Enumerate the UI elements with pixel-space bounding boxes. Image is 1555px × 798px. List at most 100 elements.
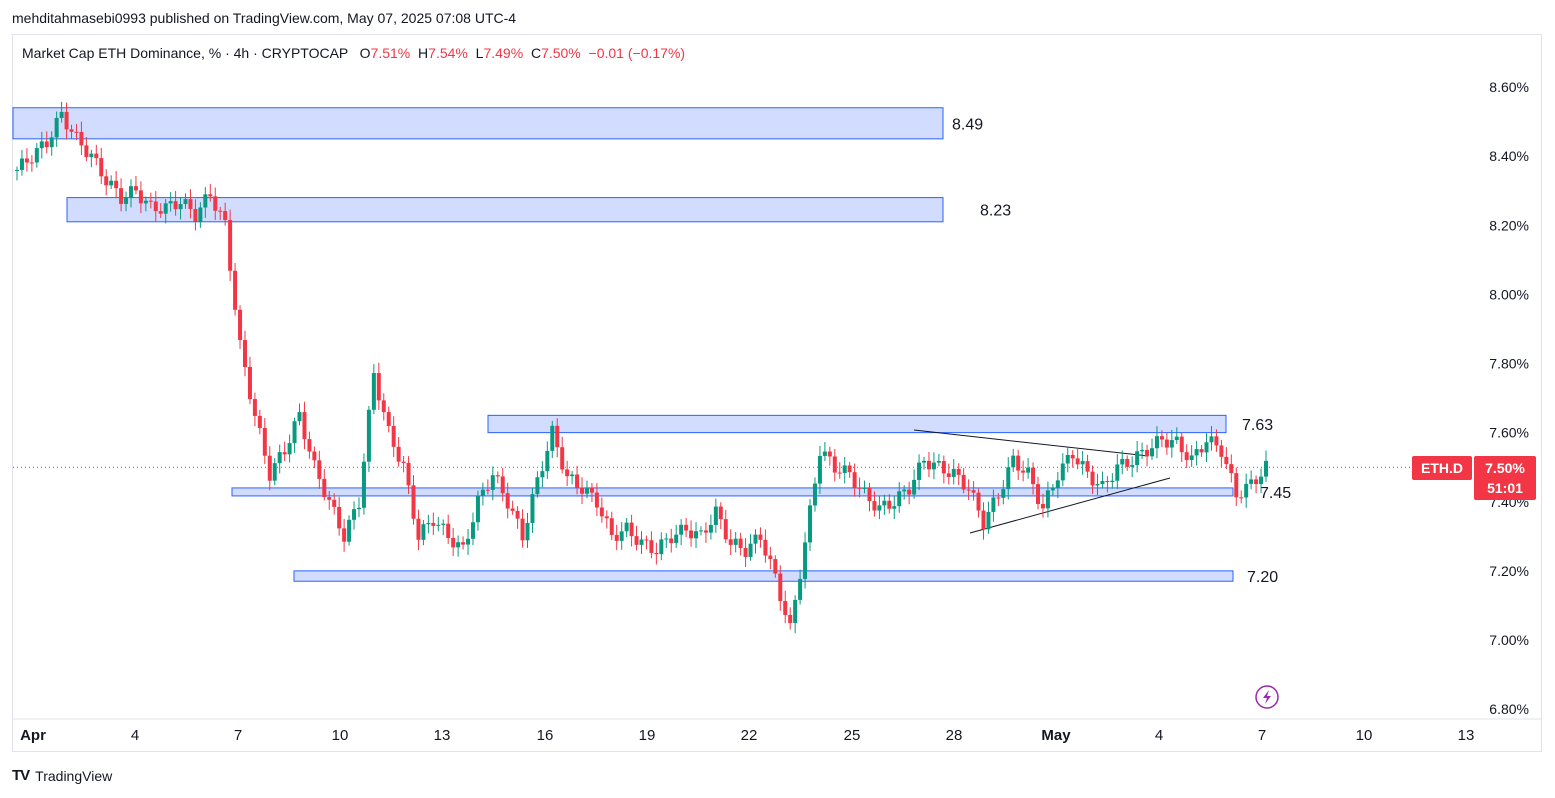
candle-body [545, 450, 550, 472]
candle-body [862, 487, 867, 489]
candle-body [768, 555, 773, 560]
x-tick-label: 4 [131, 727, 139, 744]
candle-body [376, 373, 381, 401]
y-tick-label: 7.60% [1489, 425, 1529, 441]
footer-brand-text: TradingView [35, 767, 113, 784]
candle-body [1095, 484, 1100, 486]
candle-body [877, 505, 882, 511]
candle-body [892, 506, 897, 509]
candle-body [961, 474, 966, 490]
candle-body [1036, 484, 1041, 505]
zone-label: 7.45 [1260, 485, 1291, 502]
candle-body [1115, 464, 1120, 481]
candle-body [733, 538, 738, 545]
price-chart[interactable]: 8.49 8.23 7.63 7.45 7.20 8.60% 8.40% 8.20% 8.00… [0, 0, 1555, 798]
candle-body [570, 474, 575, 477]
candle-body [257, 415, 262, 429]
candle-body [356, 507, 361, 510]
candle-body [902, 489, 907, 492]
candle-body [679, 524, 684, 535]
price-tag-symbol: ETH.D [1421, 460, 1463, 476]
candle-body [922, 460, 927, 463]
x-tick-label: 7 [1258, 727, 1266, 744]
candle-body [371, 373, 376, 410]
y-tick-label: 8.20% [1489, 217, 1529, 233]
candle-body [297, 412, 302, 422]
x-tick-label: 16 [537, 727, 554, 744]
candle-body [79, 131, 84, 146]
zone-box [231, 487, 1234, 497]
y-tick-label: 8.00% [1489, 286, 1529, 302]
zone-label: 7.63 [1242, 417, 1273, 434]
candle-body [322, 478, 327, 498]
candle-body [654, 552, 659, 555]
candle-body [604, 516, 609, 519]
candle-body [446, 523, 451, 538]
candle-body [1080, 461, 1085, 465]
candle-body [743, 547, 748, 557]
candle-body [247, 366, 252, 400]
candle-body [262, 428, 267, 456]
x-tick-label: 10 [1356, 727, 1373, 744]
trendlines-layer [913, 429, 1171, 534]
candle-body [411, 485, 416, 519]
candle-body [575, 474, 580, 488]
lightning-icon[interactable] [1255, 685, 1279, 709]
candle-body [748, 543, 753, 557]
candle-body [138, 190, 143, 204]
candle-body [1125, 458, 1130, 467]
y-tick-label: 8.40% [1489, 148, 1529, 164]
candle-body [1244, 483, 1249, 498]
candle-body [252, 399, 257, 416]
candle-body [1075, 458, 1080, 465]
candle-body [555, 425, 560, 448]
candle-body [1254, 479, 1259, 485]
candle-body [416, 518, 421, 540]
candle-body [1264, 460, 1268, 477]
price-tag-price: 7.50% [1485, 460, 1525, 476]
zone-box [12, 107, 944, 140]
x-tick-label: 19 [639, 727, 656, 744]
candle-body [451, 537, 456, 548]
candle-body [1234, 473, 1239, 498]
candle-body [778, 573, 783, 602]
candle-body [793, 599, 798, 623]
candle-body [847, 465, 852, 473]
candle-body [634, 536, 639, 545]
candle-body [803, 542, 808, 579]
candle-body [94, 153, 99, 159]
candle-body [223, 211, 228, 221]
candle-body [1120, 458, 1125, 465]
candle-body [530, 494, 535, 523]
zone-label: 7.20 [1247, 569, 1278, 586]
x-tick-label: 22 [741, 727, 758, 744]
candle-body [580, 487, 585, 494]
candle-body [1169, 440, 1174, 448]
candle-body [1199, 449, 1204, 453]
candle-body [426, 522, 431, 525]
candle-body [480, 489, 485, 496]
candle-body [69, 129, 74, 132]
x-tick-label: Apr [20, 727, 46, 744]
footer-brand[interactable]: TV TradingView [12, 767, 112, 784]
candle-body [951, 468, 956, 477]
zones-layer: 8.49 8.23 7.63 7.45 7.20 [12, 107, 1291, 586]
candle-body [1174, 436, 1179, 441]
candle-body [837, 472, 842, 474]
candle-body [396, 446, 401, 462]
candle-body [19, 158, 24, 170]
candle-body [842, 465, 847, 474]
candle-body [1055, 480, 1060, 488]
candle-body [550, 425, 555, 451]
candle-body [589, 487, 594, 493]
candle-body [614, 534, 619, 541]
candle-body [282, 452, 287, 455]
candle-body [1011, 455, 1016, 468]
candle-body [347, 519, 352, 542]
candle-body [817, 455, 822, 484]
candle-body [158, 211, 163, 214]
zone-box [293, 570, 1234, 582]
candle-body [639, 539, 644, 545]
candle-body [198, 207, 203, 222]
y-tick-label: 6.80% [1489, 701, 1529, 717]
